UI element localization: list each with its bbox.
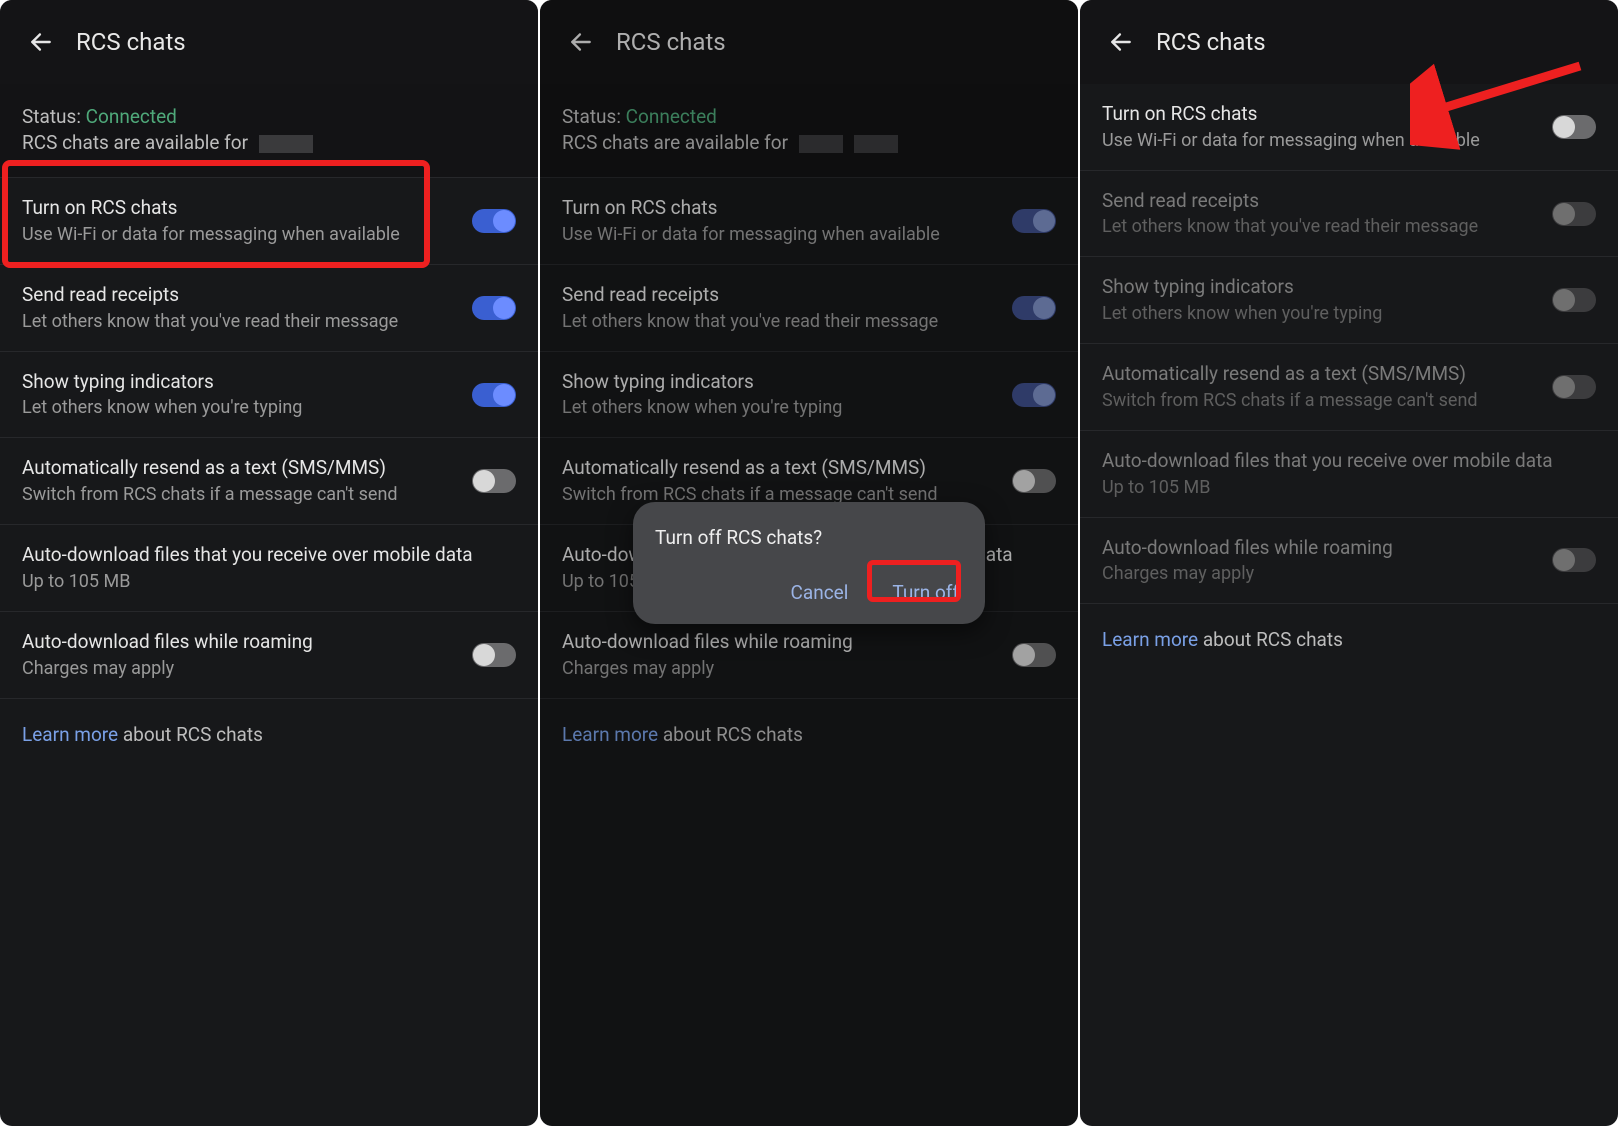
row-sub: Use Wi-Fi or data for messaging when ava… (1102, 129, 1538, 152)
toggle-typing-indicators (1552, 288, 1596, 312)
row-title: Show typing indicators (22, 370, 458, 395)
topbar: RCS chats (1080, 0, 1618, 84)
learn-more-rest: about RCS chats (118, 723, 263, 746)
row-sub: Up to 105 MB (1102, 476, 1596, 499)
row-sub: Let others know that you've read their m… (22, 310, 458, 333)
toggle-auto-resend[interactable] (472, 469, 516, 493)
toggle-auto-resend (1552, 375, 1596, 399)
row-typing-indicators[interactable]: Show typing indicators Let others know w… (0, 352, 538, 439)
row-title: Send read receipts (1102, 189, 1538, 214)
confirm-dialog: Turn off RCS chats? Cancel Turn off (633, 502, 985, 624)
row-title: Auto-download files while roaming (1102, 536, 1538, 561)
row-title: Auto-download files that you receive ove… (22, 543, 516, 568)
row-read-receipts: Send read receipts Let others know that … (1080, 171, 1618, 258)
back-icon[interactable] (1108, 29, 1134, 55)
turn-off-button[interactable]: Turn off (888, 579, 963, 606)
row-sub: Charges may apply (1102, 562, 1538, 585)
dialog-overlay: Turn off RCS chats? Cancel Turn off (540, 0, 1078, 1126)
row-sub: Let others know when you're typing (22, 396, 458, 419)
row-auto-download: Auto-download files that you receive ove… (1080, 431, 1618, 518)
status-value: Connected (86, 105, 177, 128)
settings-list: Status: Connected RCS chats are availabl… (0, 84, 538, 1126)
toggle-turn-on-rcs[interactable] (472, 209, 516, 233)
row-title: Turn on RCS chats (22, 196, 458, 221)
status-label: Status: (22, 105, 81, 128)
row-turn-on-rcs[interactable]: Turn on RCS chats Use Wi-Fi or data for … (0, 178, 538, 265)
row-sub: Switch from RCS chats if a message can't… (1102, 389, 1538, 412)
panel-2: RCS chats Status: Connected RCS chats ar… (540, 0, 1078, 1126)
row-sub: Up to 105 MB (22, 570, 516, 593)
toggle-roaming-download (1552, 548, 1596, 572)
page-title: RCS chats (1156, 28, 1266, 56)
row-title: Auto-download files while roaming (22, 630, 458, 655)
toggle-read-receipts (1552, 202, 1596, 226)
row-title: Show typing indicators (1102, 275, 1538, 300)
row-title: Automatically resend as a text (SMS/MMS) (1102, 362, 1538, 387)
toggle-roaming-download[interactable] (472, 643, 516, 667)
row-auto-download[interactable]: Auto-download files that you receive ove… (0, 525, 538, 612)
toggle-read-receipts[interactable] (472, 296, 516, 320)
panel-3: RCS chats Turn on RCS chats Use Wi-Fi or… (1080, 0, 1618, 1126)
page-title: RCS chats (76, 28, 186, 56)
row-sub: Let others know when you're typing (1102, 302, 1538, 325)
row-sub: Use Wi-Fi or data for messaging when ava… (22, 223, 458, 246)
row-roaming-download: Auto-download files while roaming Charge… (1080, 518, 1618, 605)
panel-1: RCS chats Status: Connected RCS chats ar… (0, 0, 538, 1126)
redacted-number (259, 135, 313, 153)
learn-more-row[interactable]: Learn more about RCS chats (1080, 604, 1618, 675)
back-icon[interactable] (28, 29, 54, 55)
row-title: Send read receipts (22, 283, 458, 308)
learn-more-link[interactable]: Learn more (1102, 628, 1198, 651)
status-block: Status: Connected RCS chats are availabl… (0, 84, 538, 178)
toggle-typing-indicators[interactable] (472, 383, 516, 407)
toggle-turn-on-rcs[interactable] (1552, 115, 1596, 139)
row-title: Turn on RCS chats (1102, 102, 1538, 127)
learn-more-row[interactable]: Learn more about RCS chats (0, 699, 538, 770)
row-auto-resend[interactable]: Automatically resend as a text (SMS/MMS)… (0, 438, 538, 525)
row-sub: Charges may apply (22, 657, 458, 680)
topbar: RCS chats (0, 0, 538, 84)
row-sub: Switch from RCS chats if a message can't… (22, 483, 458, 506)
row-sub: Let others know that you've read their m… (1102, 215, 1538, 238)
dialog-title: Turn off RCS chats? (655, 526, 963, 549)
row-auto-resend: Automatically resend as a text (SMS/MMS)… (1080, 344, 1618, 431)
row-read-receipts[interactable]: Send read receipts Let others know that … (0, 265, 538, 352)
row-title: Auto-download files that you receive ove… (1102, 449, 1596, 474)
row-title: Automatically resend as a text (SMS/MMS) (22, 456, 458, 481)
status-sub: RCS chats are available for (22, 131, 248, 154)
learn-more-link[interactable]: Learn more (22, 723, 118, 746)
row-roaming-download[interactable]: Auto-download files while roaming Charge… (0, 612, 538, 699)
learn-more-rest: about RCS chats (1198, 628, 1343, 651)
cancel-button[interactable]: Cancel (787, 579, 853, 606)
row-turn-on-rcs[interactable]: Turn on RCS chats Use Wi-Fi or data for … (1080, 84, 1618, 171)
row-typing-indicators: Show typing indicators Let others know w… (1080, 257, 1618, 344)
settings-list: Turn on RCS chats Use Wi-Fi or data for … (1080, 84, 1618, 1126)
